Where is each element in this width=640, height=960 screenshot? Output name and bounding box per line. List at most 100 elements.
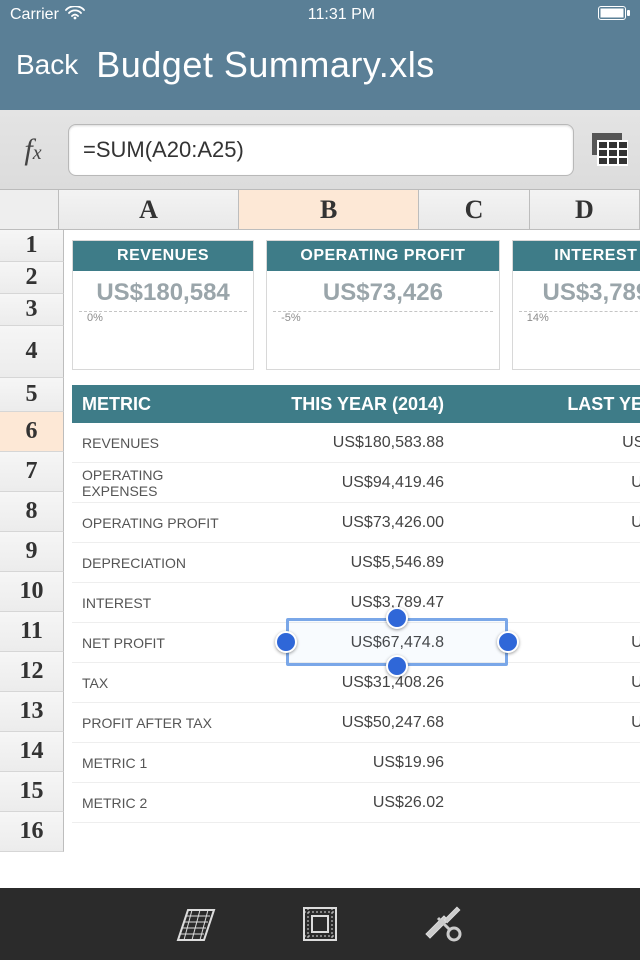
cell-this-year: US$50,247.68 bbox=[236, 714, 454, 732]
battery-icon bbox=[598, 6, 630, 25]
table-row[interactable]: TAXUS$31,408.26 US$29 bbox=[72, 663, 640, 703]
cell-this-year: US$3,789.47 bbox=[236, 594, 454, 612]
column-header-C[interactable]: C bbox=[419, 190, 529, 229]
card-value: US$73,426 bbox=[267, 271, 499, 309]
card-sub: 0% bbox=[79, 311, 247, 324]
cell-this-year: US$26.02 bbox=[236, 794, 454, 812]
row-header-13[interactable]: 13 bbox=[0, 692, 64, 732]
bottom-toolbar bbox=[0, 888, 640, 960]
card-sub: -5% bbox=[273, 311, 493, 324]
cell-metric: OPERATING PROFIT bbox=[72, 515, 236, 531]
carrier-label: Carrier bbox=[10, 6, 59, 24]
row-header-column: 12345678910111213141516 bbox=[0, 230, 64, 888]
cell-this-year: US$31,408.26 bbox=[236, 674, 454, 692]
select-all-corner[interactable] bbox=[0, 190, 59, 229]
fx-icon: fx bbox=[10, 133, 56, 167]
card-value: US$180,584 bbox=[73, 271, 253, 309]
cell-last-year: US bbox=[468, 794, 640, 812]
card-value: US$3,789 bbox=[513, 271, 640, 309]
back-button[interactable]: Back bbox=[16, 49, 78, 81]
cell-last-year: US$3 bbox=[468, 594, 640, 612]
card-operating-profit[interactable]: OPERATING PROFIT US$73,426 -5% bbox=[266, 240, 500, 370]
selection-handle-left[interactable] bbox=[275, 631, 297, 653]
card-title: INTEREST bbox=[513, 241, 640, 271]
cell-this-year: US$180,583.88 bbox=[236, 434, 454, 452]
cell-metric: INTEREST bbox=[72, 595, 236, 611]
row-header-5[interactable]: 5 bbox=[0, 378, 64, 412]
cell-metric: REVENUES bbox=[72, 435, 236, 451]
cell-last-year: US$77 bbox=[468, 514, 640, 532]
row-header-6[interactable]: 6 bbox=[0, 412, 64, 452]
cell-metric: OPERATING EXPENSES bbox=[72, 467, 236, 499]
cell-metric: METRIC 1 bbox=[72, 755, 236, 771]
grid-area[interactable]: 12345678910111213141516 REVENUES US$180,… bbox=[0, 230, 640, 888]
table-row[interactable]: METRIC 1US$19.96 US bbox=[72, 743, 640, 783]
wifi-icon bbox=[65, 6, 85, 25]
card-title: OPERATING PROFIT bbox=[267, 241, 499, 271]
formula-bar: fx bbox=[0, 110, 640, 190]
cell-last-year: US bbox=[468, 754, 640, 772]
table-header-row: METRIC THIS YEAR (2014) LAST YEAR ( bbox=[72, 385, 640, 423]
row-header-12[interactable]: 12 bbox=[0, 652, 64, 692]
table-row[interactable]: INTERESTUS$3,789.47 US$3 bbox=[72, 583, 640, 623]
cell-metric: TAX bbox=[72, 675, 236, 691]
row-header-3[interactable]: 3 bbox=[0, 294, 64, 326]
summary-cards-row: REVENUES US$180,584 0% OPERATING PROFIT … bbox=[72, 240, 640, 370]
tools-button[interactable] bbox=[422, 902, 466, 946]
selection-handle-bottom[interactable] bbox=[386, 655, 408, 677]
row-header-14[interactable]: 14 bbox=[0, 732, 64, 772]
sheet-content[interactable]: REVENUES US$180,584 0% OPERATING PROFIT … bbox=[64, 230, 640, 888]
templates-button[interactable] bbox=[174, 902, 218, 946]
row-header-4[interactable]: 4 bbox=[0, 326, 64, 378]
cell-metric: PROFIT AFTER TAX bbox=[72, 715, 236, 731]
row-header-9[interactable]: 9 bbox=[0, 532, 64, 572]
layout-button[interactable] bbox=[298, 902, 342, 946]
cell-this-year: US$5,546.89 bbox=[236, 554, 454, 572]
card-sub: 14% bbox=[519, 311, 640, 324]
sheet-menu-button[interactable] bbox=[586, 128, 630, 172]
column-header-A[interactable]: A bbox=[59, 190, 239, 229]
column-header-row: A B C D bbox=[0, 190, 640, 230]
cell-this-year: US$73,426.00 bbox=[236, 514, 454, 532]
row-header-15[interactable]: 15 bbox=[0, 772, 64, 812]
nav-header: Back Budget Summary.xls bbox=[0, 30, 640, 110]
row-header-16[interactable]: 16 bbox=[0, 812, 64, 852]
table-row[interactable]: REVENUESUS$180,583.88 US$180 bbox=[72, 423, 640, 463]
row-header-8[interactable]: 8 bbox=[0, 492, 64, 532]
formula-input[interactable] bbox=[68, 124, 574, 176]
cell-metric: NET PROFIT bbox=[72, 635, 236, 651]
cell-last-year: US$180 bbox=[468, 434, 640, 452]
cell-metric: DEPRECIATION bbox=[72, 555, 236, 571]
row-header-1[interactable]: 1 bbox=[0, 230, 64, 262]
row-header-11[interactable]: 11 bbox=[0, 612, 64, 652]
card-revenues[interactable]: REVENUES US$180,584 0% bbox=[72, 240, 254, 370]
cell-last-year: US$80 bbox=[468, 474, 640, 492]
card-title: REVENUES bbox=[73, 241, 253, 271]
column-header-D[interactable]: D bbox=[530, 190, 640, 229]
cell-metric: METRIC 2 bbox=[72, 795, 236, 811]
status-bar: Carrier 11:31 PM bbox=[0, 0, 640, 30]
cell-last-year: US$5 bbox=[468, 554, 640, 572]
clock-label: 11:31 PM bbox=[308, 6, 375, 24]
cell-last-year: US$29 bbox=[468, 674, 640, 692]
page-title: Budget Summary.xls bbox=[96, 44, 434, 86]
table-row[interactable]: METRIC 2US$26.02 US bbox=[72, 783, 640, 823]
cell-selection[interactable] bbox=[286, 618, 508, 666]
col-this-year-header: THIS YEAR (2014) bbox=[236, 394, 454, 415]
row-header-2[interactable]: 2 bbox=[0, 262, 64, 294]
table-row[interactable]: OPERATING PROFITUS$73,426.00 US$77 bbox=[72, 503, 640, 543]
col-last-year-header: LAST YEAR ( bbox=[468, 394, 640, 415]
table-row[interactable]: OPERATING EXPENSESUS$94,419.46US$80 bbox=[72, 463, 640, 503]
row-header-7[interactable]: 7 bbox=[0, 452, 64, 492]
cell-this-year: US$19.96 bbox=[236, 754, 454, 772]
selection-handle-right[interactable] bbox=[497, 631, 519, 653]
row-header-10[interactable]: 10 bbox=[0, 572, 64, 612]
cell-last-year: US$42 bbox=[468, 714, 640, 732]
table-row[interactable]: DEPRECIATIONUS$5,546.89 US$5 bbox=[72, 543, 640, 583]
card-interest[interactable]: INTEREST US$3,789 14% bbox=[512, 240, 640, 370]
selection-handle-top[interactable] bbox=[386, 607, 408, 629]
data-table: METRIC THIS YEAR (2014) LAST YEAR ( REVE… bbox=[72, 385, 640, 823]
col-metric-header: METRIC bbox=[72, 394, 236, 415]
column-header-B[interactable]: B bbox=[239, 190, 419, 229]
table-row[interactable]: PROFIT AFTER TAXUS$50,247.68 US$42 bbox=[72, 703, 640, 743]
